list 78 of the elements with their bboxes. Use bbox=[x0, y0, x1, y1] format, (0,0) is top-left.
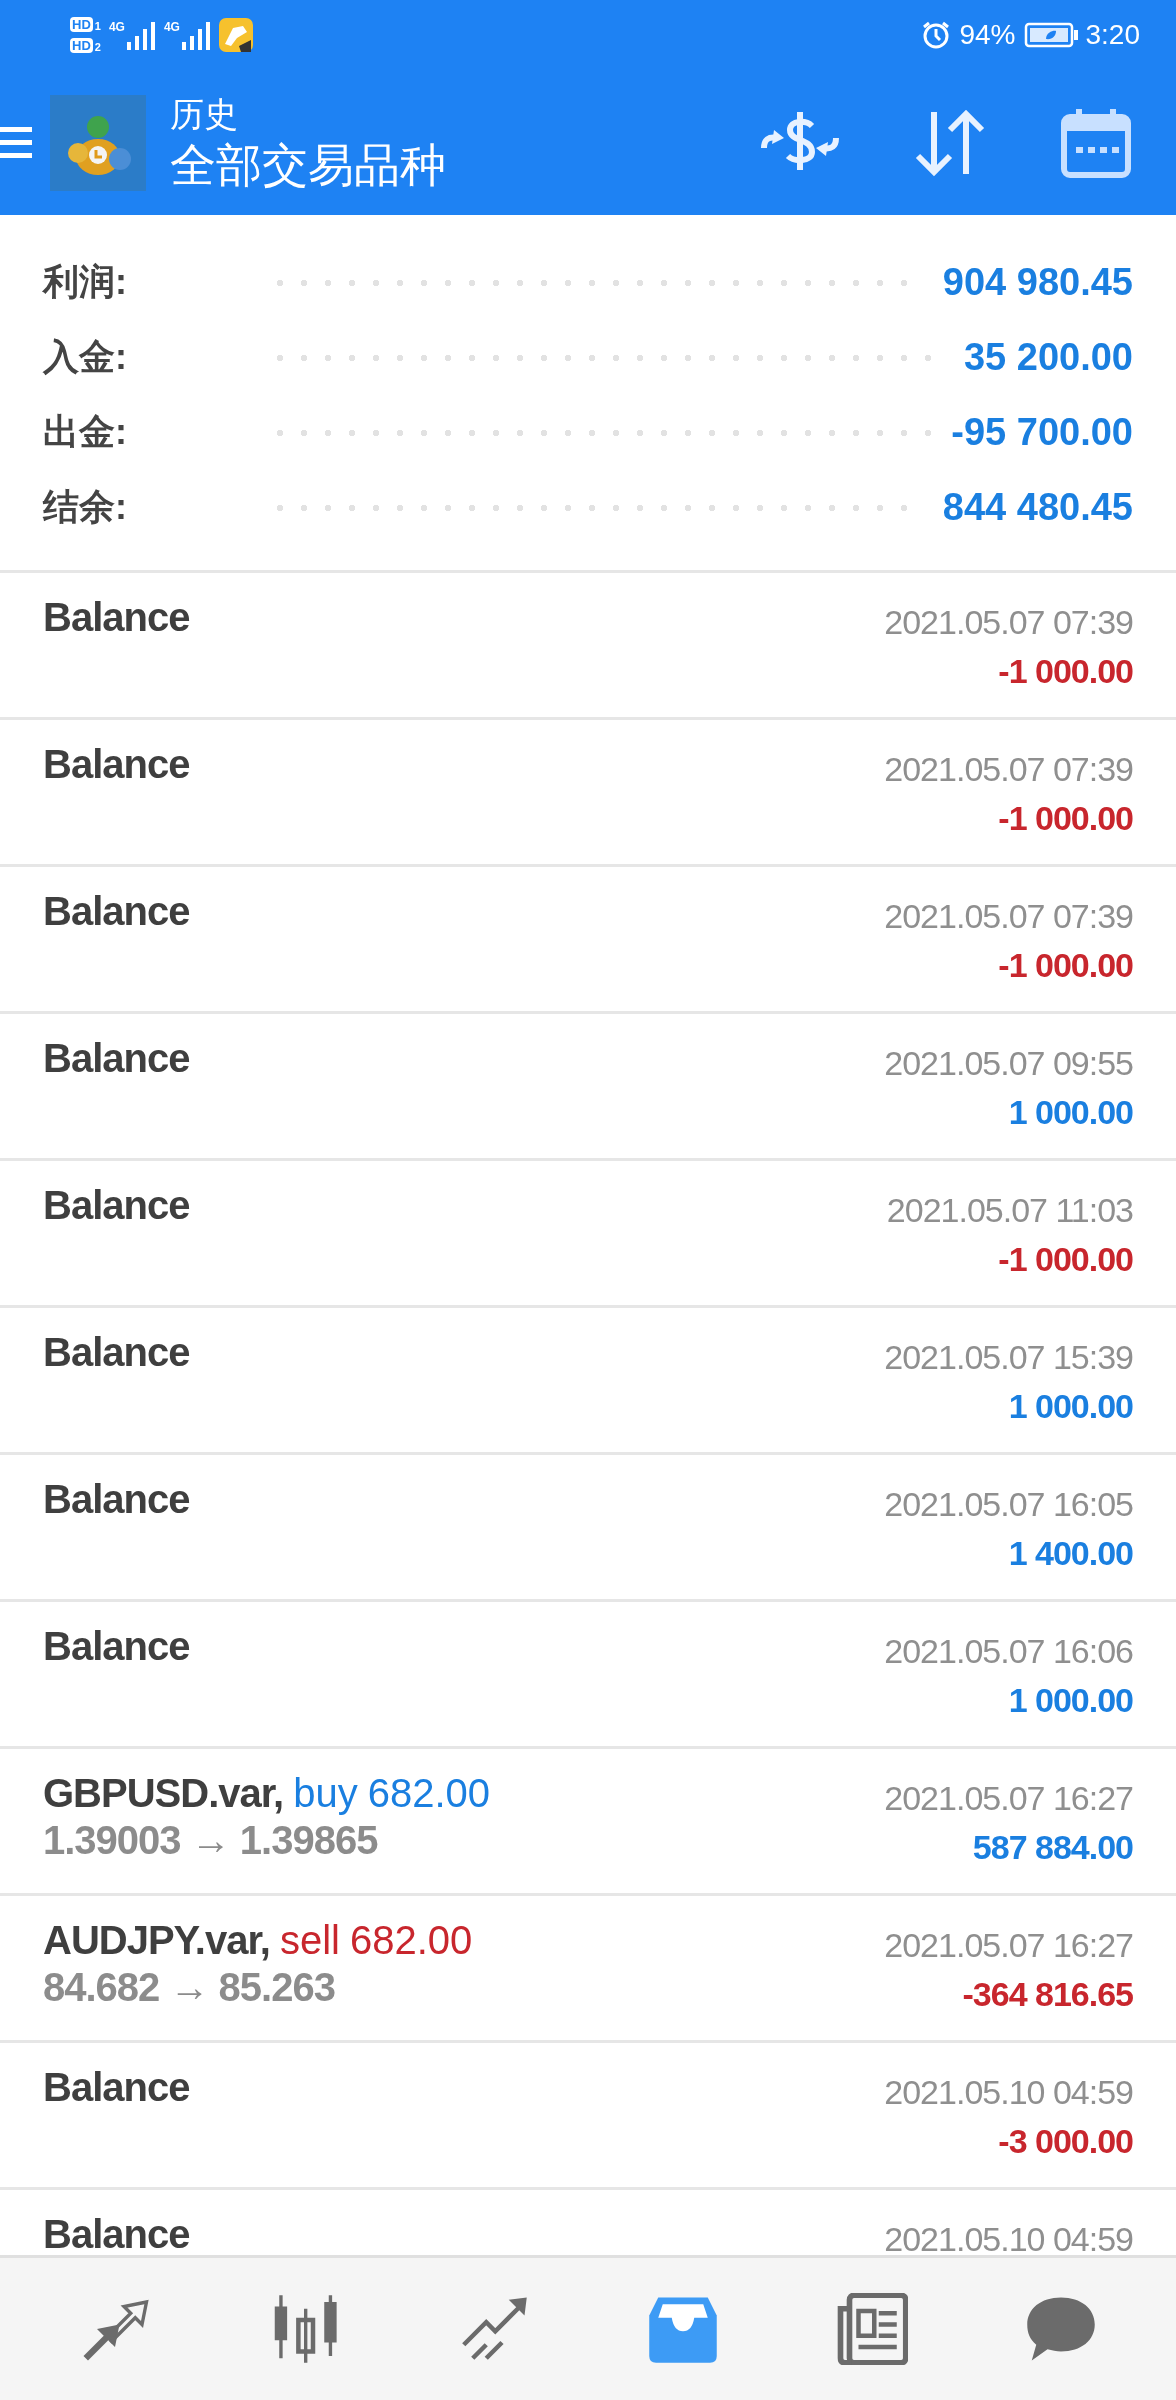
battery-icon bbox=[1023, 22, 1078, 48]
summary-label: 入金: bbox=[43, 335, 128, 379]
summary-value: 844 480.45 bbox=[942, 486, 1133, 529]
history-row[interactable]: Balance 2021.05.07 07:39 -1 000.00 bbox=[0, 573, 1176, 720]
operation-title: Balance bbox=[43, 2065, 190, 2110]
symbol-filter[interactable]: 全部交易品种 bbox=[170, 135, 760, 194]
sim-badge: HD bbox=[70, 17, 93, 32]
app-icon bbox=[218, 18, 253, 52]
operation-title: Balance bbox=[43, 1477, 190, 1522]
clock: 3:20 bbox=[1085, 19, 1140, 51]
operation-title: Balance bbox=[43, 1624, 190, 1669]
timestamp: 2021.05.07 16:27 bbox=[884, 1926, 1133, 1965]
history-row[interactable]: Balance 2021.05.07 11:03 -1 000.00 bbox=[0, 1161, 1176, 1308]
deal-volume: 682.00 bbox=[367, 1771, 491, 1816]
history-row[interactable]: Balance 2021.05.07 09:55 1 000.00 bbox=[0, 1014, 1176, 1161]
symbol-label: GBPUSD.var, bbox=[43, 1771, 284, 1816]
sim-slot: 2 bbox=[94, 41, 101, 53]
history-row[interactable]: Balance 2021.05.07 16:06 1 000.00 bbox=[0, 1602, 1176, 1749]
timestamp: 2021.05.07 09:55 bbox=[884, 1044, 1133, 1083]
timestamp: 2021.05.10 04:59 bbox=[884, 2073, 1133, 2112]
timestamp: 2021.05.10 04:59 bbox=[884, 2220, 1133, 2255]
amount: 1 000.00 bbox=[1008, 1093, 1133, 1132]
history-row[interactable]: Balance 2021.05.07 15:39 1 000.00 bbox=[0, 1308, 1176, 1455]
amount: -1 000.00 bbox=[998, 799, 1133, 838]
sim-slot: 1 bbox=[94, 20, 101, 32]
amount: 587 884.00 bbox=[972, 1828, 1133, 1867]
price-range: 1.39003 → 1.39865 bbox=[43, 1818, 379, 1863]
app-logo-icon bbox=[50, 94, 146, 191]
operation-title: Balance bbox=[43, 2212, 190, 2255]
alarm-icon bbox=[921, 20, 952, 50]
summary-value: 904 980.45 bbox=[942, 261, 1133, 304]
timestamp: 2021.05.07 15:39 bbox=[884, 1338, 1133, 1377]
network-type: 4G bbox=[163, 20, 180, 34]
history-row[interactable]: AUDJPY.var, sell 682.00 84.682 → 85.263 2021.05.07 16:27 -364 816.65 bbox=[0, 1896, 1176, 2043]
history-row[interactable]: Balance 2021.05.10 04:59 -3 000.00 bbox=[0, 2043, 1176, 2190]
amount: 1 000.00 bbox=[1008, 1681, 1133, 1720]
history-row[interactable]: GBPUSD.var, buy 682.00 1.39003 → 1.39865 2021.05.07 16:27 587 884.00 bbox=[0, 1749, 1176, 1896]
history-row[interactable]: Balance 2021.05.07 07:39 -1 000.00 bbox=[0, 867, 1176, 1014]
signal-icon bbox=[180, 20, 211, 50]
timestamp: 2021.05.07 11:03 bbox=[886, 1191, 1133, 1230]
timestamp: 2021.05.07 16:27 bbox=[884, 1779, 1133, 1818]
newspaper-icon bbox=[835, 2293, 908, 2365]
operation-title: Balance bbox=[43, 889, 190, 934]
history-row[interactable]: Balance 2021.05.07 07:39 -1 000.00 bbox=[0, 720, 1176, 867]
sim-badge: HD bbox=[70, 38, 93, 53]
calendar-icon[interactable] bbox=[1060, 106, 1132, 179]
summary-value: 35 200.00 bbox=[963, 336, 1133, 379]
amount: -1 000.00 bbox=[998, 946, 1133, 985]
timestamp: 2021.05.07 16:05 bbox=[884, 1485, 1133, 1524]
battery-percent: 94% bbox=[959, 19, 1016, 51]
amount: -364 816.65 bbox=[962, 1975, 1133, 2014]
summary-label: 结余: bbox=[43, 485, 128, 529]
symbol-label: AUDJPY.var, bbox=[43, 1918, 270, 1963]
operation-title: Balance bbox=[43, 1183, 190, 1228]
signal-icon bbox=[125, 20, 156, 50]
timestamp: 2021.05.07 07:39 bbox=[884, 750, 1133, 789]
network-type: 4G bbox=[108, 20, 125, 34]
deal-side: sell bbox=[279, 1918, 340, 1963]
timestamp: 2021.05.07 07:39 bbox=[884, 603, 1133, 642]
screen-title: 历史 bbox=[170, 93, 239, 135]
summary-label: 出金: bbox=[43, 410, 128, 454]
operation-title: Balance bbox=[43, 1330, 190, 1375]
amount: 1 000.00 bbox=[1008, 1387, 1133, 1426]
history-row[interactable]: Balance 2021.05.07 16:05 1 400.00 bbox=[0, 1455, 1176, 1602]
operation-title: Balance bbox=[43, 595, 190, 640]
operation-title: Balance bbox=[43, 1036, 190, 1081]
amount: -3 000.00 bbox=[998, 2122, 1133, 2161]
timestamp: 2021.05.07 16:06 bbox=[884, 1632, 1133, 1671]
amount: -1 000.00 bbox=[998, 1240, 1133, 1279]
timestamp: 2021.05.07 07:39 bbox=[884, 897, 1133, 936]
amount: 1 400.00 bbox=[1008, 1534, 1133, 1573]
price-range: 84.682 → 85.263 bbox=[43, 1965, 336, 2010]
deal-volume: 682.00 bbox=[349, 1918, 473, 1963]
operation-title: Balance bbox=[43, 742, 190, 787]
deal-side: buy bbox=[293, 1771, 358, 1816]
summary-value: -95 700.00 bbox=[951, 411, 1133, 454]
amount: -1 000.00 bbox=[998, 652, 1133, 691]
summary-label: 利润: bbox=[43, 260, 128, 304]
